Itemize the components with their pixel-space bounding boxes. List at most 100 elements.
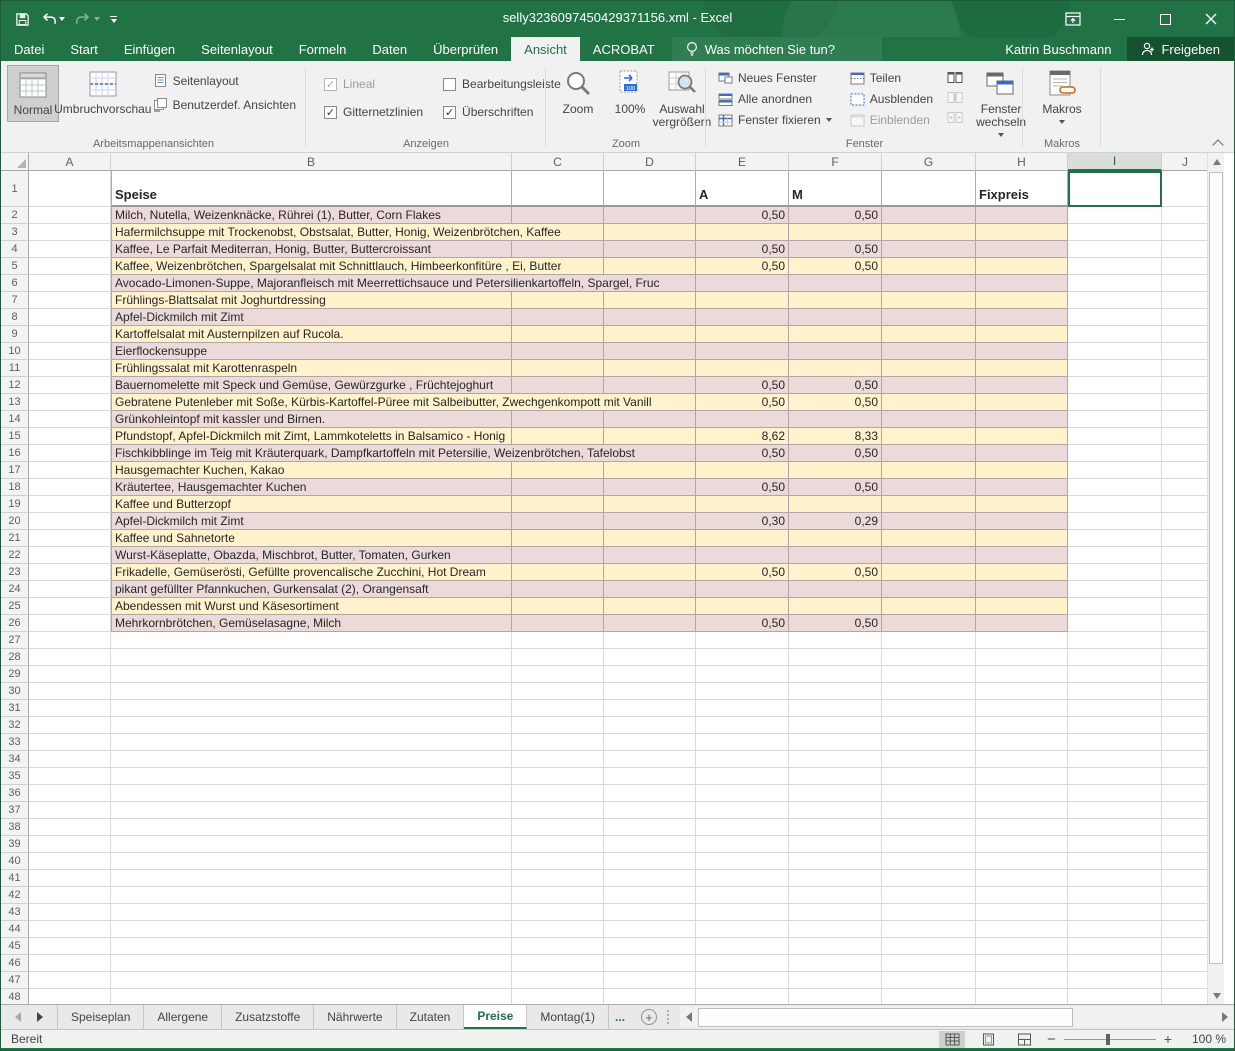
cell-F47[interactable]	[789, 972, 882, 989]
cell-F10[interactable]	[789, 343, 882, 360]
cell-J17[interactable]	[1162, 462, 1209, 479]
menu-tab-überprüfen[interactable]: Überprüfen	[420, 37, 511, 61]
cell-A46[interactable]	[29, 955, 111, 972]
cell-J26[interactable]	[1162, 615, 1209, 632]
switch-windows-button[interactable]: Fenster wechseln	[975, 65, 1027, 141]
cell-A4[interactable]	[29, 241, 111, 258]
cell-J39[interactable]	[1162, 836, 1209, 853]
cell-D5[interactable]	[604, 258, 696, 275]
cell-H43[interactable]	[976, 904, 1068, 921]
cell-F39[interactable]	[789, 836, 882, 853]
cell-C34[interactable]	[512, 751, 604, 768]
cell-H47[interactable]	[976, 972, 1068, 989]
cell-D7[interactable]	[604, 292, 696, 309]
normal-view-button[interactable]: Normal	[7, 65, 59, 122]
cell-J9[interactable]	[1162, 326, 1209, 343]
cell-E42[interactable]	[696, 887, 789, 904]
gridlines-checkbox[interactable]: ✓ Gitternetzlinien	[324, 105, 423, 119]
cell-D24[interactable]	[604, 581, 696, 598]
cell-B47[interactable]	[111, 972, 512, 989]
cell-D46[interactable]	[604, 955, 696, 972]
cell-B17[interactable]: Hausgemachter Kuchen, Kakao	[111, 462, 512, 479]
cell-B12[interactable]: Bauernomelette mit Speck und Gemüse, Gew…	[111, 377, 512, 394]
cell-A7[interactable]	[29, 292, 111, 309]
cell-G42[interactable]	[882, 887, 976, 904]
cell-J24[interactable]	[1162, 581, 1209, 598]
cell-B8[interactable]: Apfel-Dickmilch mit Zimt	[111, 309, 512, 326]
cell-A25[interactable]	[29, 598, 111, 615]
cell-F8[interactable]	[789, 309, 882, 326]
cell-F34[interactable]	[789, 751, 882, 768]
cell-J4[interactable]	[1162, 241, 1209, 258]
cell-I46[interactable]	[1068, 955, 1162, 972]
page-layout-view-button[interactable]: Seitenlayout	[153, 73, 296, 88]
row-header-30[interactable]: 30	[1, 683, 29, 700]
cell-B24[interactable]: pikant gefüllter Pfannkuchen, Gurkensala…	[111, 581, 512, 598]
cell-I5[interactable]	[1068, 258, 1162, 275]
cell-B6[interactable]: Avocado-Limonen-Suppe, Majoranfleisch mi…	[111, 275, 512, 292]
cell-H38[interactable]	[976, 819, 1068, 836]
row-header-39[interactable]: 39	[1, 836, 29, 853]
cell-J14[interactable]	[1162, 411, 1209, 428]
cell-G32[interactable]	[882, 717, 976, 734]
cell-F23[interactable]: 0,50	[789, 564, 882, 581]
cell-F29[interactable]	[789, 666, 882, 683]
cell-G41[interactable]	[882, 870, 976, 887]
select-all-corner[interactable]	[1, 153, 29, 171]
cell-D1[interactable]	[604, 171, 696, 207]
synchronous-scrolling-button[interactable]	[947, 91, 963, 104]
column-header-F[interactable]: F	[789, 153, 882, 171]
cell-H11[interactable]	[976, 360, 1068, 377]
scroll-right-arrow[interactable]	[1216, 1006, 1233, 1028]
row-header-31[interactable]: 31	[1, 700, 29, 717]
cell-E26[interactable]: 0,50	[696, 615, 789, 632]
cell-G4[interactable]	[882, 241, 976, 258]
cell-D48[interactable]	[604, 989, 696, 1004]
cell-C42[interactable]	[512, 887, 604, 904]
cell-H41[interactable]	[976, 870, 1068, 887]
cell-G15[interactable]	[882, 428, 976, 445]
cell-H17[interactable]	[976, 462, 1068, 479]
cell-E47[interactable]	[696, 972, 789, 989]
cell-B30[interactable]	[111, 683, 512, 700]
cell-J44[interactable]	[1162, 921, 1209, 938]
cell-H34[interactable]	[976, 751, 1068, 768]
cell-C45[interactable]	[512, 938, 604, 955]
row-header-21[interactable]: 21	[1, 530, 29, 547]
menu-tab-seitenlayout[interactable]: Seitenlayout	[188, 37, 286, 61]
cell-B43[interactable]	[111, 904, 512, 921]
cell-G12[interactable]	[882, 377, 976, 394]
cell-C26[interactable]	[512, 615, 604, 632]
cell-A40[interactable]	[29, 853, 111, 870]
cell-H6[interactable]	[976, 275, 1068, 292]
cell-B14[interactable]: Grünkohleintopf mit kassler und Birnen.	[111, 411, 512, 428]
zoom-to-selection-button[interactable]: Auswahl vergrößern	[656, 65, 708, 133]
cell-G13[interactable]	[882, 394, 976, 411]
cell-H44[interactable]	[976, 921, 1068, 938]
cell-B37[interactable]	[111, 802, 512, 819]
cell-A9[interactable]	[29, 326, 111, 343]
cell-B18[interactable]: Kräutertee, Hausgemachter Kuchen	[111, 479, 512, 496]
cell-C25[interactable]	[512, 598, 604, 615]
cell-B7[interactable]: Frühlings-Blattsalat mit Joghurtdressing	[111, 292, 512, 309]
cell-I39[interactable]	[1068, 836, 1162, 853]
cell-A13[interactable]	[29, 394, 111, 411]
cell-B9[interactable]: Kartoffelsalat mit Austernpilzen auf Ruc…	[111, 326, 512, 343]
cell-I17[interactable]	[1068, 462, 1162, 479]
cell-D17[interactable]	[604, 462, 696, 479]
cell-I24[interactable]	[1068, 581, 1162, 598]
cell-E37[interactable]	[696, 802, 789, 819]
cell-G6[interactable]	[882, 275, 976, 292]
cell-I31[interactable]	[1068, 700, 1162, 717]
cell-A41[interactable]	[29, 870, 111, 887]
cell-F38[interactable]	[789, 819, 882, 836]
cell-D4[interactable]	[604, 241, 696, 258]
cell-E41[interactable]	[696, 870, 789, 887]
cell-A5[interactable]	[29, 258, 111, 275]
ribbon-display-options-button[interactable]	[1050, 1, 1096, 37]
cell-G24[interactable]	[882, 581, 976, 598]
cell-B40[interactable]	[111, 853, 512, 870]
cell-E6[interactable]	[696, 275, 789, 292]
cell-D30[interactable]	[604, 683, 696, 700]
cell-G36[interactable]	[882, 785, 976, 802]
